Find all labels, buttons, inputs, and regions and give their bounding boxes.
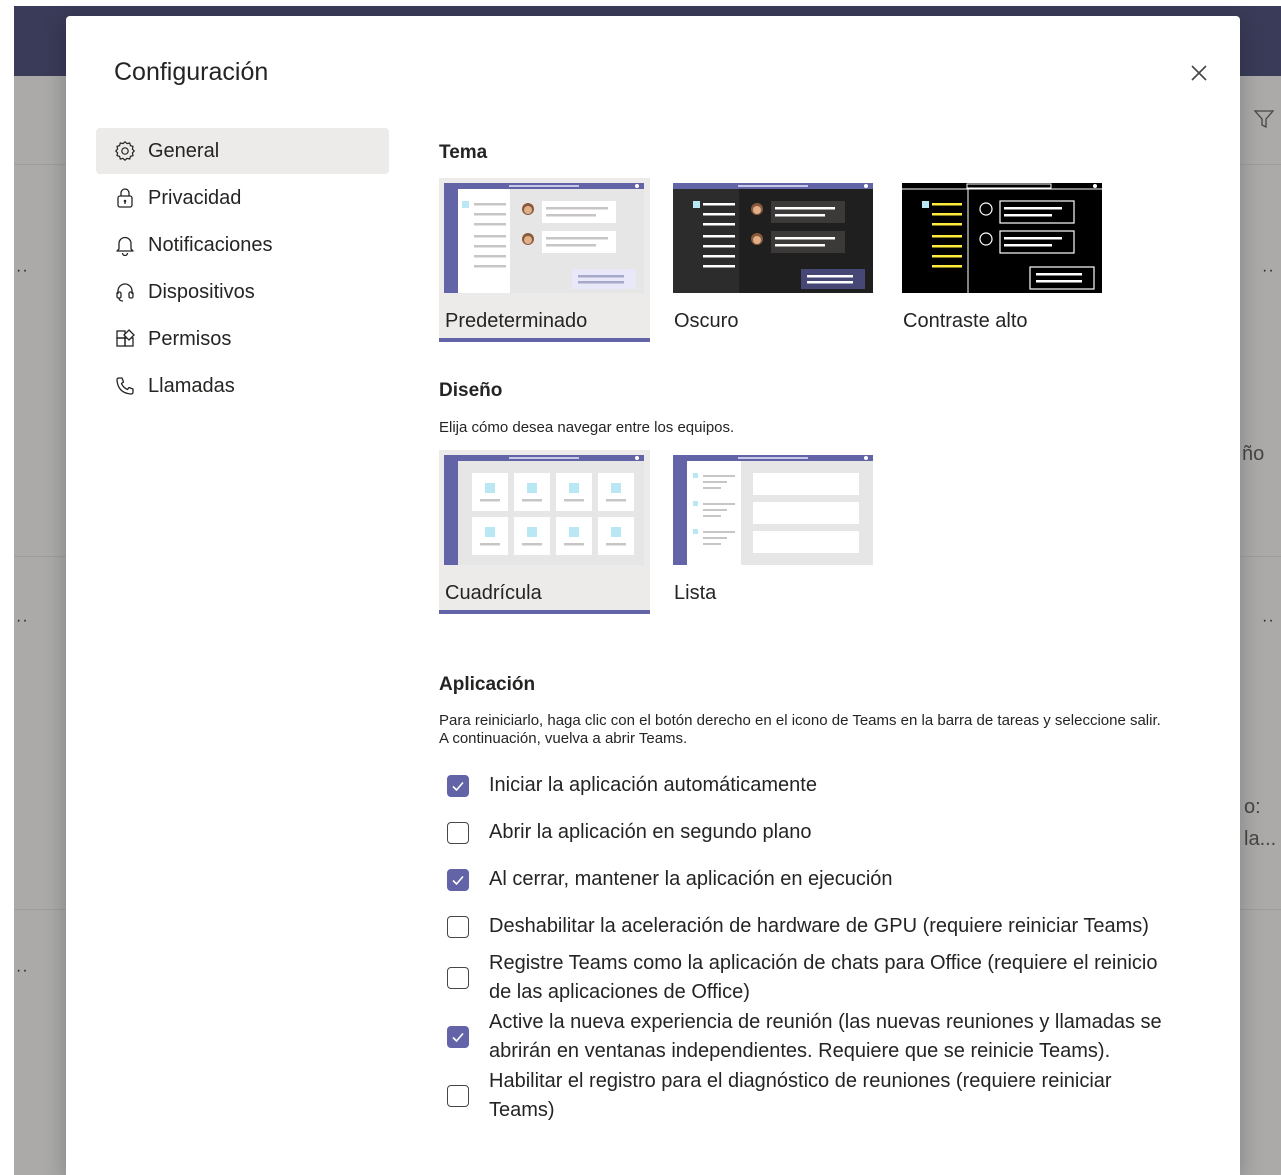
layout-list-preview <box>673 455 873 565</box>
checkbox[interactable] <box>447 821 469 844</box>
checkbox[interactable] <box>447 1085 469 1107</box>
checkbox-row[interactable]: Al cerrar, mantener la aplicación en eje… <box>447 865 1179 894</box>
theme-option-label: Predeterminado <box>445 310 588 332</box>
more-options-icon: ·· <box>1262 612 1275 629</box>
checkbox[interactable] <box>447 915 469 938</box>
more-options-icon: ·· <box>16 612 29 629</box>
more-options-icon: ·· <box>1262 262 1275 279</box>
checkbox[interactable] <box>447 868 469 891</box>
layout-option-grid[interactable]: Cuadrícula <box>439 450 650 614</box>
theme-default-preview <box>444 183 644 293</box>
theme-option-label: Oscuro <box>674 310 739 332</box>
filter-icon <box>1253 110 1275 129</box>
nav-item-privacy[interactable]: Privacidad <box>96 175 389 221</box>
apps-icon <box>114 328 136 350</box>
checkmark-icon <box>452 1032 464 1043</box>
checkbox-label: Deshabilitar la aceleración de hardware … <box>489 915 1149 937</box>
more-options-icon: ·· <box>16 262 29 279</box>
checkmark-icon <box>452 875 464 885</box>
checkbox-row[interactable]: Iniciar la aplicación automáticamente <box>447 771 1179 800</box>
settings-dialog: Configuración General Privacidad Notific… <box>66 16 1240 1175</box>
nav-item-label: General <box>148 139 220 162</box>
checkbox[interactable] <box>447 774 469 797</box>
theme-dark-preview <box>673 183 873 293</box>
headset-icon <box>114 281 136 303</box>
layout-option-label: Lista <box>674 582 717 604</box>
application-description: Para reiniciarlo, haga clic con el botón… <box>439 712 1161 747</box>
nav-item-label: Dispositivos <box>148 280 255 303</box>
theme-option-default[interactable]: Predeterminado <box>439 178 650 342</box>
checkbox-row[interactable]: Registre Teams como la aplicación de cha… <box>447 949 1179 1007</box>
selected-indicator <box>439 338 650 342</box>
nav-item-label: Privacidad <box>148 186 242 209</box>
checkbox-row[interactable]: Habilitar el registro para el diagnóstic… <box>447 1067 1179 1125</box>
layout-option-label: Cuadrícula <box>445 582 542 604</box>
nav-item-label: Permisos <box>148 327 232 350</box>
background-text: ño <box>1242 443 1265 465</box>
checkmark-icon <box>452 781 464 791</box>
checkbox-label: Registre Teams como la aplicación de cha… <box>489 952 1158 1003</box>
app-left-edge <box>0 0 14 1175</box>
lock-icon <box>114 187 136 209</box>
nav-item-notifications[interactable]: Notificaciones <box>96 222 389 268</box>
checkbox-row[interactable]: Abrir la aplicación en segundo plano <box>447 818 1179 847</box>
background-text: la... <box>1244 828 1277 850</box>
checkbox-label: Active la nueva experiencia de reunión (… <box>489 1011 1162 1062</box>
theme-high-contrast-preview <box>902 183 1102 293</box>
theme-option-high-contrast[interactable]: Contraste alto <box>897 178 1108 342</box>
theme-option-dark[interactable]: Oscuro <box>668 178 879 342</box>
background-text: o: <box>1244 796 1261 818</box>
phone-icon <box>114 375 136 397</box>
checkbox[interactable] <box>447 1026 469 1048</box>
dialog-title: Configuración <box>114 58 269 86</box>
gear-icon <box>114 140 136 162</box>
checkbox-label: Habilitar el registro para el diagnóstic… <box>489 1070 1112 1121</box>
checkbox-row[interactable]: Active la nueva experiencia de reunión (… <box>447 1008 1179 1066</box>
close-icon[interactable] <box>1188 62 1210 84</box>
nav-item-label: Llamadas <box>148 374 235 397</box>
bell-icon <box>114 234 136 256</box>
nav-item-label: Notificaciones <box>148 233 273 256</box>
application-heading: Aplicación <box>439 674 536 695</box>
nav-item-general[interactable]: General <box>96 128 389 174</box>
selected-indicator <box>439 610 650 614</box>
layout-option-list[interactable]: Lista <box>668 450 879 614</box>
theme-heading: Tema <box>439 142 488 163</box>
checkbox-row[interactable]: Deshabilitar la aceleración de hardware … <box>447 912 1179 941</box>
settings-nav: General Privacidad Notificaciones Dispos… <box>96 128 389 410</box>
nav-item-permissions[interactable]: Permisos <box>96 316 389 362</box>
checkbox-label: Iniciar la aplicación automáticamente <box>489 774 817 796</box>
checkbox-label: Abrir la aplicación en segundo plano <box>489 821 812 843</box>
more-options-icon: ·· <box>16 962 29 979</box>
layout-description: Elija cómo desea navegar entre los equip… <box>439 419 735 436</box>
checkbox-label: Al cerrar, mantener la aplicación en eje… <box>489 868 893 890</box>
layout-grid-preview <box>444 455 644 565</box>
theme-option-label: Contraste alto <box>903 310 1028 332</box>
layout-heading: Diseño <box>439 380 503 401</box>
nav-item-devices[interactable]: Dispositivos <box>96 269 389 315</box>
checkbox[interactable] <box>447 967 469 989</box>
nav-item-calls[interactable]: Llamadas <box>96 363 389 409</box>
